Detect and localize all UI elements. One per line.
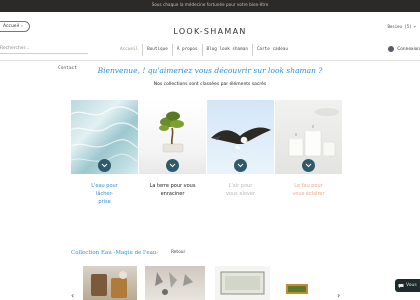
announcement-text: Sous chaque la médecine fortunée pour vo… [151, 2, 269, 7]
product-image [286, 284, 308, 294]
product-image [220, 271, 265, 295]
search-input[interactable]: Rechercher... [0, 45, 88, 54]
search-placeholder: Rechercher... [0, 46, 30, 51]
chevron-down-icon [101, 163, 108, 168]
chevron-down-icon: ▾ [413, 24, 416, 29]
user-avatar-icon [388, 46, 395, 52]
login-label: Connexion [397, 46, 420, 52]
chat-bubble-icon [398, 283, 404, 288]
air-caption[interactable]: L'air pour vous élever [207, 182, 274, 198]
chevron-down-icon [169, 163, 176, 168]
site-logo[interactable]: LOOK-SHAMAN [0, 27, 420, 36]
product-image [155, 272, 193, 295]
earth-caption[interactable]: La terre pour vous enraciner [139, 182, 206, 198]
collection-title: Collection Eau -Magie de l'eau- [71, 250, 159, 256]
nav-item-blog[interactable]: Blog look shaman [201, 44, 252, 56]
earth-tile[interactable] [139, 100, 206, 174]
announcement-bar: Sous chaque la médecine fortunée pour vo… [0, 0, 420, 12]
main-nav: Accueil Boutique À propos Blog look sham… [116, 44, 292, 56]
carousel-prev-button[interactable]: ‹ [71, 291, 74, 300]
product-image [91, 271, 127, 298]
chevron-right-icon: › [337, 291, 341, 300]
carousel-next-button[interactable]: › [337, 291, 340, 300]
product-card[interactable] [215, 266, 270, 300]
product-card[interactable] [83, 266, 137, 300]
water-caption[interactable]: L'eau pour lâcher-prise [71, 182, 138, 206]
language-label: Besieu (5) [387, 24, 412, 29]
nav-item-boutique[interactable]: Boutique [142, 44, 172, 56]
earth-caption-text: La terre pour vous enraciner [149, 183, 196, 197]
water-caption-text: L'eau pour lâcher-prise [91, 183, 118, 205]
header-divider [0, 60, 420, 61]
language-selector[interactable]: Besieu (5) ▾ [387, 24, 416, 29]
product-card[interactable] [280, 266, 330, 300]
chevron-down-icon [305, 163, 312, 168]
chevron-left-icon: ‹ [71, 291, 75, 300]
fire-caption[interactable]: Le feu pour vous éclairer [275, 182, 342, 198]
water-tile[interactable] [71, 100, 138, 174]
chat-label: Vous [406, 283, 417, 288]
air-tile[interactable] [207, 100, 274, 174]
fire-tile[interactable] [275, 100, 342, 174]
retour-link[interactable]: Retour [171, 250, 185, 255]
product-card[interactable] [145, 266, 205, 300]
chevron-down-icon [237, 163, 244, 168]
login-button[interactable]: Connexion [388, 46, 420, 52]
nav-item-accueil[interactable]: Accueil [116, 44, 142, 56]
fire-caption-text: Le feu pour vous éclairer [292, 183, 325, 197]
expand-button[interactable] [166, 159, 179, 172]
expand-button[interactable] [98, 159, 111, 172]
expand-button[interactable] [234, 159, 247, 172]
welcome-heading: Bienvenue, ! qu'aimeriez vous découvrir … [97, 66, 323, 75]
collections-subtitle: Nos collections sont classées par élémen… [153, 82, 267, 87]
nav-item-carte-cadeau[interactable]: Carte cadeau [251, 44, 292, 56]
air-caption-text: L'air pour vous élever [225, 183, 255, 197]
expand-button[interactable] [302, 159, 315, 172]
chat-widget-button[interactable]: Vous [395, 279, 420, 292]
nav-item-a-propos[interactable]: À propos [171, 44, 202, 56]
